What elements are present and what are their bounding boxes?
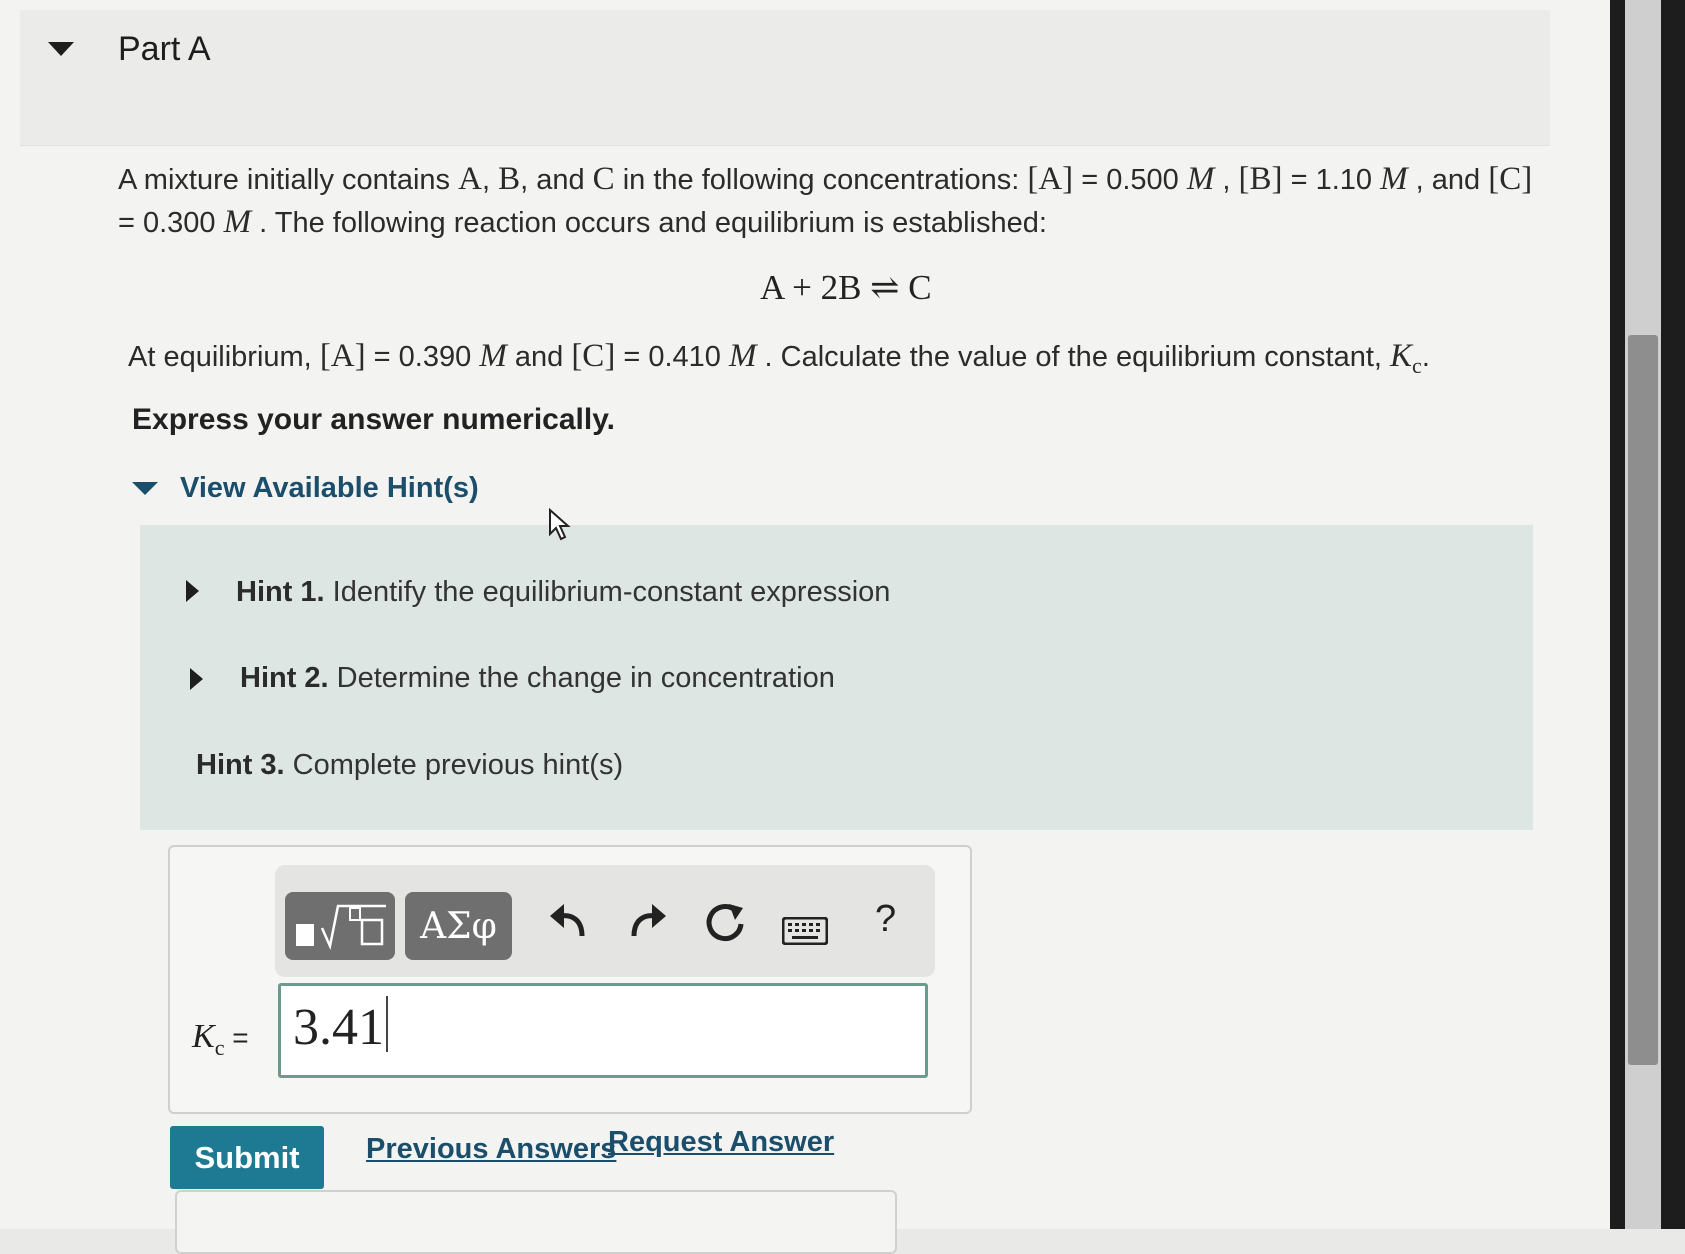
unit-molar: M xyxy=(1380,161,1408,197)
reset-icon xyxy=(706,904,744,942)
conc-b-value: = 1.10 xyxy=(1282,164,1381,196)
eq-conc-c-label: [C] xyxy=(571,338,616,374)
part-header[interactable] xyxy=(20,10,1550,146)
problem-text: A mixture initially contains xyxy=(118,164,459,196)
undo-button[interactable] xyxy=(548,900,586,956)
kc-label-subscript: c xyxy=(214,1034,225,1060)
problem-text: in the following concentrations: xyxy=(614,164,1028,196)
separator: , and xyxy=(1407,164,1489,196)
request-answer-link[interactable]: Request Answer xyxy=(608,1126,834,1159)
keyboard-icon xyxy=(781,916,829,946)
submit-button[interactable]: Submit xyxy=(170,1126,324,1189)
help-button[interactable]: ? xyxy=(875,898,896,941)
kc-answer-value: 3.41 xyxy=(293,999,384,1056)
period: . xyxy=(1421,341,1430,373)
page: Part A A mixture initially contains A, B… xyxy=(0,0,1610,1254)
kc-subscript: c xyxy=(1412,352,1422,378)
templates-icon xyxy=(296,904,386,951)
scrollbar-thumb[interactable] xyxy=(1628,335,1658,1065)
equilibrium-text: . Calculate the value of the equilibrium… xyxy=(756,341,1391,373)
undo-icon xyxy=(550,904,585,937)
equilibrium-text: and xyxy=(506,341,572,373)
greek-symbols-button[interactable]: ΑΣφ xyxy=(405,892,512,960)
kc-symbol: K xyxy=(1390,338,1413,374)
eq-conc-a-label: [A] xyxy=(319,338,366,374)
redo-button[interactable] xyxy=(630,900,668,956)
mouse-cursor-icon xyxy=(549,508,571,541)
kc-answer-input[interactable]: 3.41 xyxy=(278,983,928,1078)
conc-a-label: [A] xyxy=(1027,161,1074,197)
unit-molar: M xyxy=(1186,161,1215,197)
redo-icon xyxy=(631,904,666,937)
equilibrium-text: At equilibrium, xyxy=(128,341,320,373)
problem-text: . The following reaction occurs and equi… xyxy=(251,207,1047,239)
hint-number: Hint 2. xyxy=(240,662,329,694)
keyboard-button[interactable] xyxy=(781,912,829,955)
templates-button[interactable] xyxy=(285,892,395,960)
separator: , xyxy=(481,164,499,196)
kc-label: Kc = xyxy=(192,1018,249,1061)
hints-collapse-icon[interactable] xyxy=(132,482,158,495)
hint-title: Complete previous hint(s) xyxy=(284,749,624,781)
conc-c-value: = 0.300 xyxy=(118,207,224,239)
unit-molar: M xyxy=(223,204,252,240)
hint-number: Hint 3. xyxy=(196,749,285,781)
previous-answers-link[interactable]: Previous Answers xyxy=(366,1133,616,1166)
separator: , and xyxy=(520,164,593,196)
answer-instruction: Express your answer numerically. xyxy=(132,403,616,436)
hint-expand-icon[interactable] xyxy=(190,668,203,690)
part-title: Part A xyxy=(118,30,211,68)
view-hints-toggle[interactable]: View Available Hint(s) xyxy=(180,472,479,505)
hint-expand-icon[interactable] xyxy=(186,580,199,602)
feedback-box xyxy=(175,1190,897,1254)
unit-molar: M xyxy=(479,338,507,374)
species-a: A xyxy=(458,161,482,197)
text-caret xyxy=(386,996,388,1052)
hint-2[interactable]: Hint 2. Determine the change in concentr… xyxy=(240,662,835,695)
hint-title: Determine the change in concentration xyxy=(328,662,835,694)
hint-1[interactable]: Hint 1. Identify the equilibrium-constan… xyxy=(236,576,890,609)
kc-label-equals: = xyxy=(224,1022,249,1053)
species-b: B xyxy=(498,161,521,197)
conc-b-label: [B] xyxy=(1238,161,1283,197)
eq-conc-a-value: = 0.390 xyxy=(365,341,480,373)
problem-statement: A mixture initially contains A, B, and C… xyxy=(118,158,1538,244)
reaction-equation: A + 2B ⇌ C xyxy=(760,268,932,307)
reset-button[interactable] xyxy=(705,902,747,956)
equilibrium-statement: At equilibrium, [A] = 0.390 M and [C] = … xyxy=(128,338,1548,379)
kc-label-symbol: K xyxy=(192,1018,215,1055)
eq-conc-c-value: = 0.410 xyxy=(615,341,729,373)
conc-c-label: [C] xyxy=(1488,161,1533,197)
hint-title: Identify the equilibrium-constant expres… xyxy=(324,576,891,608)
hint-3: Hint 3. Complete previous hint(s) xyxy=(196,749,623,782)
hint-number: Hint 1. xyxy=(236,576,325,608)
unit-molar: M xyxy=(729,338,757,374)
conc-a-value: = 0.500 xyxy=(1073,164,1187,196)
collapse-part-icon[interactable] xyxy=(48,42,74,56)
species-c: C xyxy=(592,161,615,197)
separator: , xyxy=(1214,164,1239,196)
